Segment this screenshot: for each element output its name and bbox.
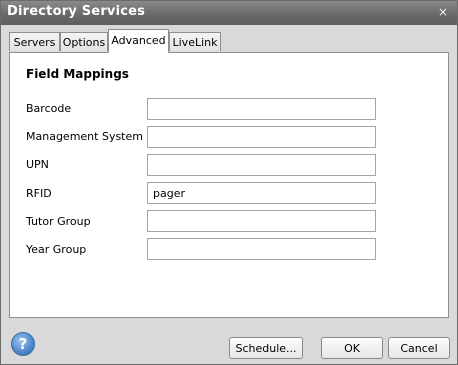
title-bar[interactable]: Directory Services × <box>1 1 457 25</box>
tab-livelink[interactable]: LiveLink <box>169 32 221 51</box>
help-icon[interactable]: ? <box>11 332 35 356</box>
close-icon[interactable]: × <box>436 5 450 19</box>
cancel-button[interactable]: Cancel <box>388 337 450 359</box>
barcode-label: Barcode <box>26 102 72 115</box>
tab-servers[interactable]: Servers <box>9 32 60 51</box>
advanced-panel: Field Mappings Barcode Management System… <box>9 52 449 318</box>
upn-input[interactable] <box>147 154 376 176</box>
tab-options[interactable]: Options <box>60 32 108 51</box>
window-title: Directory Services <box>7 4 146 19</box>
dialog-window: Directory Services × Servers Options Adv… <box>0 0 458 365</box>
year-group-input[interactable] <box>147 238 376 260</box>
management-system-id-input[interactable] <box>147 126 376 148</box>
ok-button[interactable]: OK <box>321 337 383 359</box>
upn-label: UPN <box>26 158 49 171</box>
rfid-label: RFID <box>26 187 52 200</box>
barcode-input[interactable] <box>147 98 376 120</box>
rfid-input[interactable] <box>147 182 376 204</box>
tutor-group-label: Tutor Group <box>26 215 91 228</box>
tab-advanced[interactable]: Advanced <box>108 29 169 53</box>
schedule-button[interactable]: Schedule... <box>229 337 303 359</box>
year-group-label: Year Group <box>26 243 87 256</box>
section-title: Field Mappings <box>26 67 129 81</box>
management-system-id-label: Management System ID <box>26 130 159 143</box>
tutor-group-input[interactable] <box>147 210 376 232</box>
